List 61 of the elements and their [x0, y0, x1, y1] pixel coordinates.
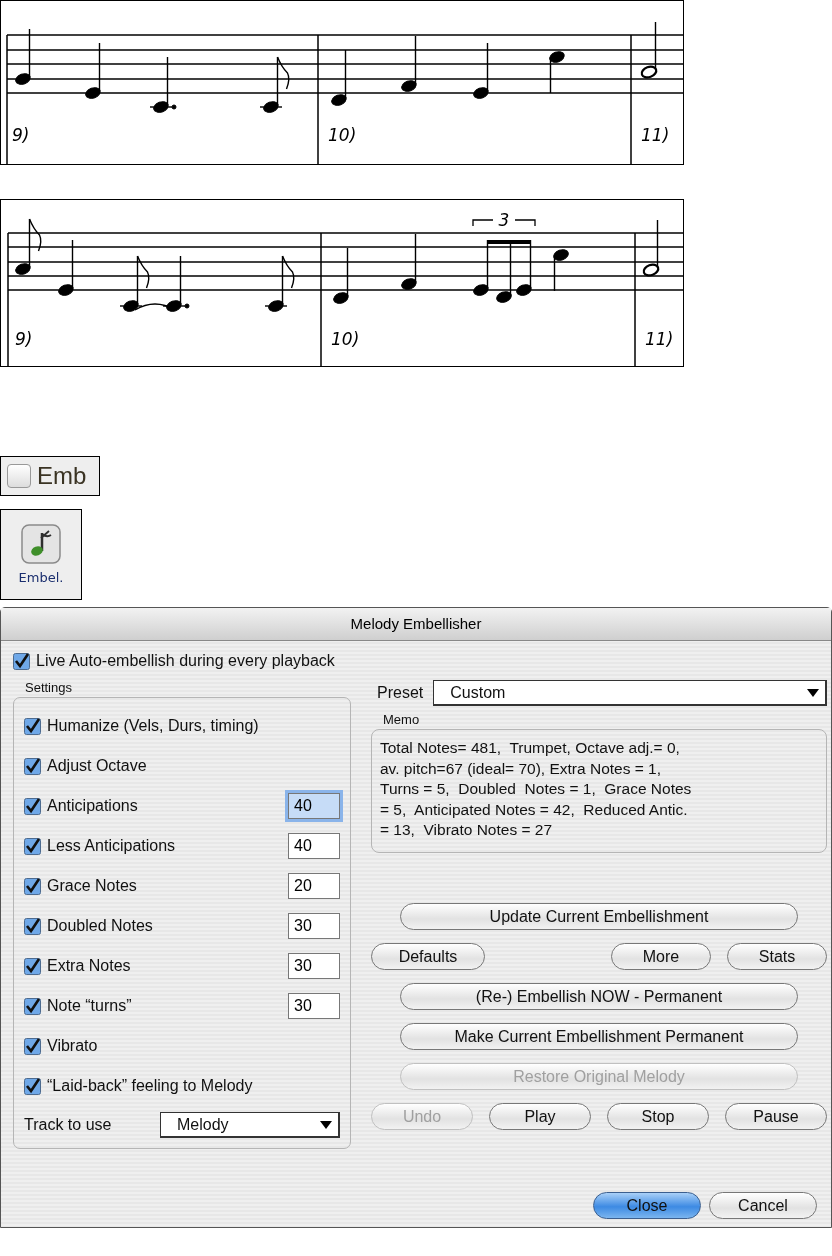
- dialog-button[interactable]: Cancel: [709, 1192, 817, 1219]
- checkbox[interactable]: [24, 797, 41, 815]
- measure-number: 9): [15, 329, 33, 349]
- checkbox[interactable]: [24, 997, 41, 1015]
- music-note-icon: [21, 524, 61, 564]
- checkbox-label: Emb: [37, 462, 87, 490]
- checkbox[interactable]: [7, 464, 31, 488]
- group-label: Settings: [25, 680, 73, 695]
- checkbox-option[interactable]: Less Anticipations: [24, 837, 176, 855]
- measure-number: 9): [12, 125, 30, 145]
- dialog-button[interactable]: More: [611, 943, 711, 970]
- checkbox-option[interactable]: Adjust Octave: [24, 757, 147, 775]
- dialog-button[interactable]: Stats: [727, 943, 827, 970]
- memo-text: Total Notes= 481, Trumpet, Octave adj.= 0, av. pitch=67 (ideal= 70), Extra Notes = 1, Turns = 5, Doubled Notes = 1, Grace Notes = 5, Anticipated Notes = 42, Reduced Antic. = 13, Vibrato Notes = 27: [371, 729, 827, 853]
- checkbox[interactable]: [24, 1037, 41, 1055]
- checkbox-option[interactable]: Humanize (Vels, Durs, timing): [24, 717, 259, 735]
- checkbox[interactable]: [24, 757, 41, 775]
- dialog-button[interactable]: Pause: [725, 1103, 827, 1130]
- number-field[interactable]: 30: [288, 953, 340, 979]
- checkbox-option[interactable]: Vibrato: [24, 1037, 98, 1055]
- embellish-button[interactable]: Embel.: [0, 509, 82, 600]
- memo-label: Memo: [383, 712, 421, 727]
- default-button[interactable]: Close: [593, 1192, 701, 1219]
- checkbox[interactable]: [13, 652, 30, 670]
- measure-number: 10): [328, 125, 357, 145]
- checkbox-option[interactable]: Note “turns”: [24, 997, 132, 1015]
- track-dropdown[interactable]: Melody: [160, 1112, 340, 1138]
- checkbox-option[interactable]: Doubled Notes: [24, 917, 153, 935]
- checkbox[interactable]: [24, 717, 41, 735]
- preset-dropdown[interactable]: Custom: [433, 680, 827, 706]
- checkbox[interactable]: [24, 917, 41, 935]
- dialog-button[interactable]: (Re-) Embellish NOW - Permanent: [400, 983, 798, 1010]
- dialog-button[interactable]: Defaults: [371, 943, 485, 970]
- checkbox[interactable]: [24, 877, 41, 895]
- checkbox-option[interactable]: Live Auto-embellish during every playback: [13, 652, 817, 670]
- dialog-button[interactable]: Update Current Embellishment: [400, 903, 798, 930]
- field-label: Preset: [377, 684, 424, 702]
- dialog-button[interactable]: Play: [489, 1103, 591, 1130]
- checkbox-option[interactable]: Extra Notes: [24, 957, 131, 975]
- checkbox-option[interactable]: Anticipations: [24, 797, 138, 815]
- caret-icon: [807, 688, 819, 697]
- number-field[interactable]: 40: [288, 793, 340, 819]
- number-field[interactable]: 30: [288, 993, 340, 1019]
- number-field[interactable]: 40: [288, 833, 340, 859]
- window-title: Melody Embellisher: [1, 608, 831, 641]
- dialog-button[interactable]: Make Current Embellishment Permanent: [400, 1023, 798, 1050]
- caret-icon: [320, 1120, 332, 1129]
- measure-number: 10): [331, 329, 360, 349]
- checkbox[interactable]: [24, 1077, 41, 1095]
- measure-number: 11): [645, 329, 674, 349]
- checkbox-option[interactable]: “Laid-back” feeling to Melody: [24, 1077, 253, 1095]
- measure-number: 11): [641, 125, 670, 145]
- checkbox[interactable]: [24, 837, 41, 855]
- number-field[interactable]: 30: [288, 913, 340, 939]
- checkbox[interactable]: [24, 957, 41, 975]
- emb-checkbox[interactable]: Emb: [0, 456, 100, 496]
- checkbox-option[interactable]: Grace Notes: [24, 877, 137, 895]
- dialog-button[interactable]: Stop: [607, 1103, 709, 1130]
- number-field[interactable]: 20: [288, 873, 340, 899]
- field-label: Track to use: [24, 1116, 112, 1134]
- tuplet-number: 3: [498, 210, 510, 230]
